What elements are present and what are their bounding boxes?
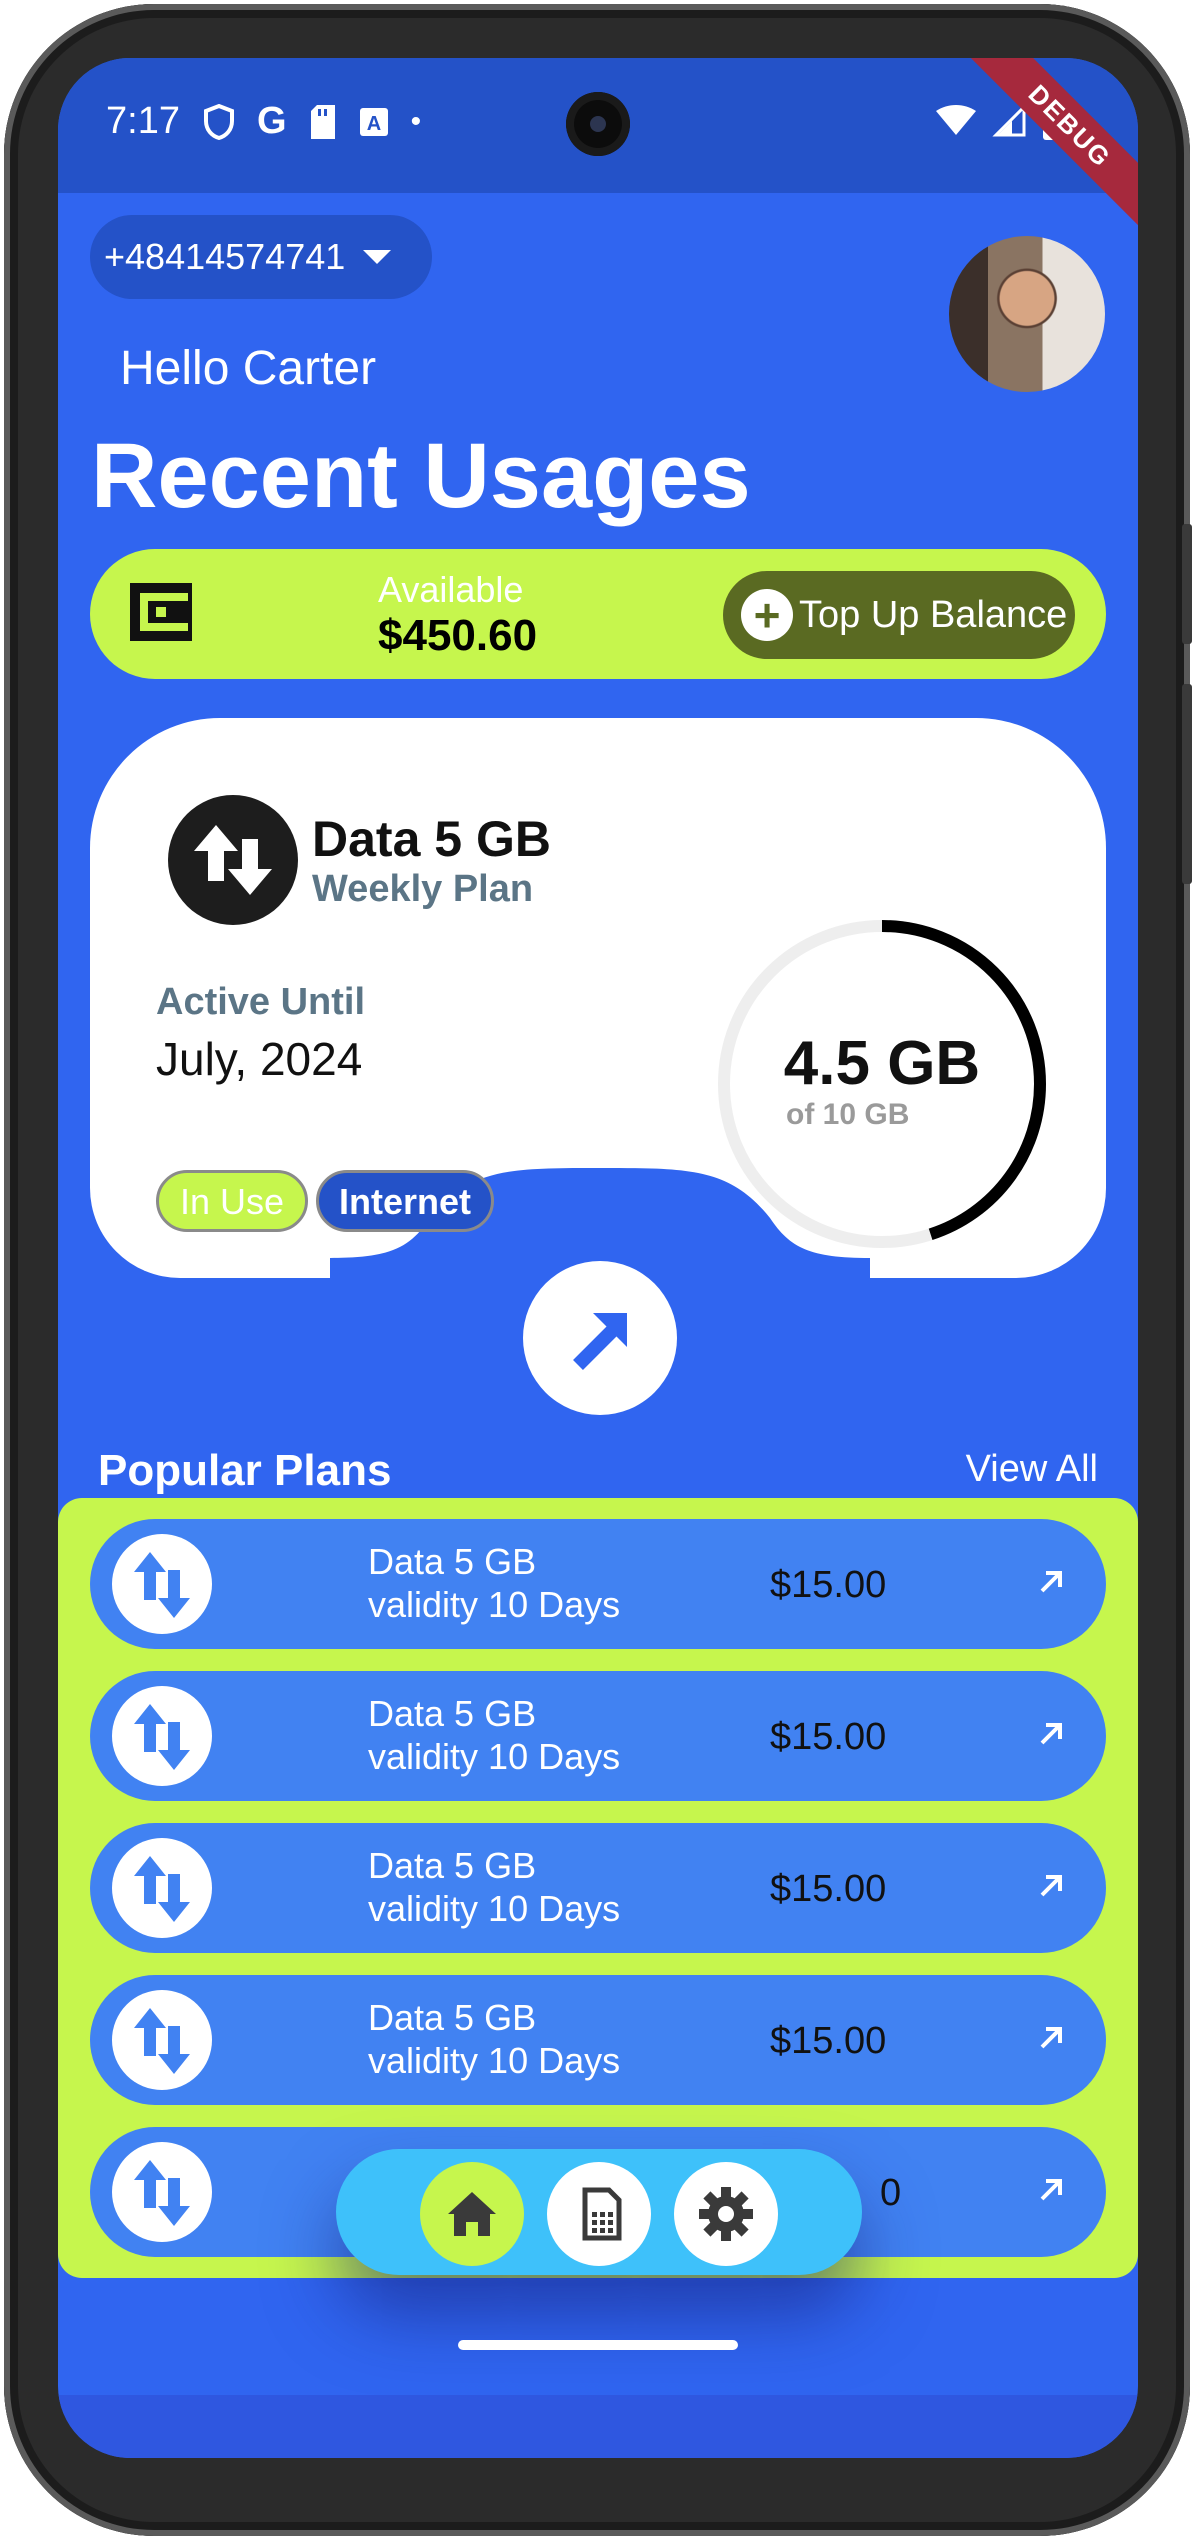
status-time: 7:17: [106, 100, 180, 142]
data-transfer-icon: [112, 1534, 212, 1634]
page-title: Recent Usages: [91, 425, 751, 527]
phone-number-text: +48414574741: [104, 236, 346, 277]
open-plan-button[interactable]: [523, 1261, 677, 1415]
plan-name: Data 5 GB: [368, 1693, 537, 1734]
arrow-up-right-icon: [1040, 2179, 1062, 2201]
top-up-button[interactable]: + Top Up Balance: [723, 571, 1075, 659]
home-icon: [448, 2192, 496, 2236]
data-transfer-icon: [112, 1838, 212, 1938]
camera-cutout: [566, 92, 630, 156]
system-nav-area: [58, 2395, 1138, 2458]
balance-label: Available: [378, 569, 524, 610]
plan-row[interactable]: Data 5 GB validity 10 Days $15.00: [90, 1671, 1106, 1801]
volume-button: [1182, 524, 1192, 644]
current-plan-card[interactable]: Data 5 GB Weekly Plan Active Until July,…: [90, 718, 1106, 1308]
sim-card-icon: [582, 2187, 622, 2241]
greeting: Hello Carter: [120, 342, 377, 395]
view-all-link[interactable]: View All: [966, 1448, 1098, 1491]
svg-text:A: A: [366, 113, 380, 135]
arrow-up-right-icon: [1040, 1571, 1062, 1593]
wallet-icon: [130, 583, 192, 641]
plan-price: $15.00: [770, 1564, 887, 1606]
plan-validity: validity 10 Days: [368, 1736, 621, 1777]
plan-row[interactable]: Data 5 GB validity 10 Days $15.00: [90, 1975, 1106, 2105]
usage-gauge: 4.5 GB of 10 GB: [710, 912, 1054, 1256]
chevron-down-icon: [363, 250, 392, 264]
plan-name: Data 5 GB: [368, 1541, 537, 1582]
plan-price: $15.00: [770, 2020, 887, 2062]
avatar[interactable]: [949, 236, 1105, 392]
phone-number-selector[interactable]: +48414574741: [90, 215, 432, 299]
nav-settings[interactable]: [674, 2162, 778, 2266]
active-until-date: July, 2024: [156, 1033, 363, 1085]
plan-name: Data 5 GB: [312, 811, 551, 867]
data-transfer-icon: [168, 795, 298, 925]
arrow-up-right-icon: [573, 1313, 627, 1370]
dot-icon: •: [410, 104, 422, 138]
bottom-navigation: [336, 2149, 862, 2275]
nav-home[interactable]: [420, 2162, 524, 2266]
power-button: [1182, 684, 1192, 884]
internet-badge: Internet: [316, 1170, 494, 1232]
popular-plans-title: Popular Plans: [98, 1446, 392, 1495]
balance-amount: $450.60: [378, 611, 538, 660]
data-transfer-icon: [112, 2142, 212, 2242]
plan-row[interactable]: Data 5 GB validity 10 Days $15.00: [90, 1823, 1106, 1953]
status-bar: 7:17 G A • DEBUG: [58, 58, 1138, 234]
in-use-badge: In Use: [156, 1170, 308, 1232]
plan-period: Weekly Plan: [312, 868, 534, 910]
debug-banner: DEBUG: [962, 58, 1138, 234]
status-notification-icons: G A •: [203, 100, 421, 143]
arrow-up-right-icon: [1040, 1875, 1062, 1897]
arrow-up-right-icon: [1040, 1723, 1062, 1745]
balance-bar: Available $450.60 + Top Up Balance: [90, 549, 1106, 679]
data-transfer-icon: [112, 1686, 212, 1786]
shield-icon: [204, 103, 234, 140]
usage-total: of 10 GB: [786, 1098, 910, 1131]
plan-price: $15.00: [770, 1868, 887, 1910]
settings-icon: [699, 2187, 753, 2241]
plan-price: $15.00: [770, 1716, 887, 1758]
app-screen: 7:17 G A • DEBUG +48414574741 Hello Cart…: [58, 58, 1138, 2458]
cellular-signal-icon: [992, 105, 1026, 137]
google-icon: G: [257, 100, 287, 142]
plan-validity: validity 10 Days: [368, 1888, 621, 1929]
plan-price: 0: [880, 2172, 902, 2214]
sd-card-icon: [310, 104, 335, 139]
wifi-icon: [936, 105, 976, 135]
plan-name: Data 5 GB: [368, 1997, 537, 2038]
font-a-icon: A: [359, 107, 388, 136]
usage-amount: 4.5 GB: [783, 1029, 981, 1098]
gesture-home-bar[interactable]: [458, 2340, 738, 2350]
arrow-up-right-icon: [1040, 2027, 1062, 2049]
data-transfer-icon: [112, 1990, 212, 2090]
plan-validity: validity 10 Days: [368, 2040, 621, 2081]
plan-name: Data 5 GB: [368, 1845, 537, 1886]
add-icon: +: [741, 589, 793, 641]
plan-row[interactable]: Data 5 GB validity 10 Days $15.00: [90, 1519, 1106, 1649]
top-up-label: Top Up Balance: [799, 593, 1068, 636]
nav-sim[interactable]: [547, 2162, 651, 2266]
active-until-label: Active Until: [156, 981, 366, 1023]
plan-validity: validity 10 Days: [368, 1584, 621, 1625]
